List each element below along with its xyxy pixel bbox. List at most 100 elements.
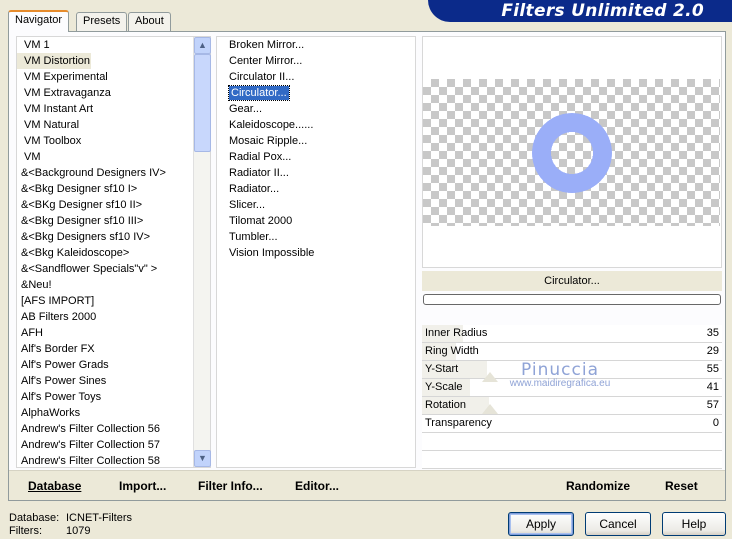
tab-about[interactable]: About (128, 12, 171, 31)
scroll-down-button[interactable]: ▼ (194, 450, 211, 467)
filter-item[interactable]: Radiator... (217, 181, 415, 197)
param-label: Inner Radius (425, 327, 488, 339)
category-item[interactable]: VM Toolbox (17, 133, 210, 149)
category-item[interactable]: VM 1 (17, 37, 210, 53)
category-list[interactable]: VM 1 VM Distortion VM Experimental VM Extra… (16, 36, 211, 468)
category-item[interactable]: VM Natural (17, 117, 210, 133)
param-slider[interactable]: Transparency 0 (422, 415, 722, 433)
param-slider[interactable]: Inner Radius 35 (422, 325, 722, 343)
filter-item[interactable]: Vision Impossible (217, 245, 415, 261)
category-item[interactable]: VM (17, 149, 210, 165)
category-item[interactable]: VM Extravaganza (17, 85, 210, 101)
filter-item[interactable]: Center Mirror... (217, 53, 415, 69)
category-item[interactable]: Alf's Border FX (17, 341, 210, 357)
filter-item-label: Center Mirror... (229, 55, 303, 67)
watermark-triangle (482, 404, 498, 414)
category-item[interactable]: Andrew's Filter Collection 56 (17, 421, 210, 437)
param-label: Ring Width (425, 345, 479, 357)
param-label: Y-Start (425, 363, 459, 375)
apply-button[interactable]: Apply (508, 512, 574, 536)
param-label: Rotation (425, 399, 466, 411)
param-value: 57 (706, 399, 719, 411)
filter-item[interactable]: Circulator... (217, 85, 415, 101)
param-label: Transparency (425, 417, 492, 429)
title-banner: Filters Unlimited 2.0 (428, 0, 732, 22)
database-button[interactable]: Database (28, 479, 81, 493)
param-slider[interactable]: Y-Scale 41 (422, 379, 722, 397)
param-slider-empty (422, 451, 722, 469)
category-item[interactable]: VM Instant Art (17, 101, 210, 117)
watermark-triangle (482, 372, 498, 382)
category-scrollbar[interactable]: ▲ ▼ (193, 37, 211, 467)
category-item[interactable]: &<Bkg Designer sf10 III> (17, 213, 210, 229)
filter-item-label: Slicer... (229, 199, 266, 211)
category-item[interactable]: Andrew's Filter Collection 58 (17, 453, 210, 467)
param-value: 35 (706, 327, 719, 339)
param-slider[interactable]: Rotation 57 (422, 397, 722, 415)
category-item[interactable]: &<BKg Designer sf10 II> (17, 197, 210, 213)
filter-list[interactable]: Broken Mirror... Center Mirror... Circulat… (216, 36, 416, 468)
category-item[interactable]: AlphaWorks (17, 405, 210, 421)
filter-item[interactable]: Gear... (217, 101, 415, 117)
filter-item[interactable]: Slicer... (217, 197, 415, 213)
preview-ring-image (532, 113, 612, 193)
filter-item-label: Radiator II... (229, 167, 289, 179)
category-item[interactable]: &<Bkg Kaleidoscope> (17, 245, 210, 261)
filter-item[interactable]: Radial Pox... (217, 149, 415, 165)
param-slider[interactable]: Ring Width 29 (422, 343, 722, 361)
category-item[interactable]: &<Background Designers IV> (17, 165, 210, 181)
database-label: Database: (9, 512, 60, 524)
status-area: Database: ICNET-Filters Filters: 1079 (9, 512, 132, 538)
tab-navigator[interactable]: Navigator (8, 10, 70, 32)
selected-filter-name: Circulator... (422, 271, 722, 291)
category-item[interactable]: &<Bkg Designer sf10 I> (17, 181, 210, 197)
filter-item[interactable]: Tilomat 2000 (217, 213, 415, 229)
filter-item-label: Broken Mirror... (229, 39, 305, 51)
filter-item[interactable]: Radiator II... (217, 165, 415, 181)
category-item[interactable]: AB Filters 2000 (17, 309, 210, 325)
param-slider[interactable]: Y-Start 55 (422, 361, 722, 379)
param-value: 0 (712, 417, 719, 429)
category-item[interactable]: AFH (17, 325, 210, 341)
filter-item[interactable]: Tumbler... (217, 229, 415, 245)
randomize-button[interactable]: Randomize (566, 479, 630, 493)
filter-item-label: Circulator II... (229, 71, 295, 83)
import-button[interactable]: Import... (119, 479, 166, 493)
category-item[interactable]: &<Sandflower Specials"v" > (17, 261, 210, 277)
filter-item-label: Circulator... (228, 85, 290, 101)
filters-count-label: Filters: (9, 525, 42, 537)
filter-item[interactable]: Kaleidoscope...... (217, 117, 415, 133)
category-item[interactable]: Andrew's Filter Collection 57 (17, 437, 210, 453)
filter-item-label: Radiator... (229, 183, 280, 195)
filter-item-label: Kaleidoscope...... (229, 119, 314, 131)
filter-item[interactable]: Circulator II... (217, 69, 415, 85)
scroll-thumb[interactable] (194, 54, 211, 152)
filter-info-button[interactable]: Filter Info... (198, 479, 263, 493)
database-value: ICNET-Filters (66, 512, 132, 524)
reset-button[interactable]: Reset (665, 479, 698, 493)
category-item[interactable]: VM Distortion (17, 53, 91, 69)
category-item[interactable]: &<Bkg Designers sf10 IV> (17, 229, 210, 245)
param-value: 29 (706, 345, 719, 357)
category-item[interactable]: &Neu! (17, 277, 210, 293)
progress-bar (423, 294, 721, 305)
category-item[interactable]: VM Experimental (17, 69, 210, 85)
tab-presets[interactable]: Presets (76, 12, 128, 31)
filters-count-value: 1079 (66, 525, 91, 537)
scroll-up-button[interactable]: ▲ (194, 37, 211, 54)
editor-button[interactable]: Editor... (295, 479, 339, 493)
param-value: 41 (706, 381, 719, 393)
panel-action-bar: Database Import... Filter Info... Editor… (9, 470, 725, 500)
param-value: 55 (706, 363, 719, 375)
filter-item-label: Gear... (229, 103, 263, 115)
category-item[interactable]: Alf's Power Sines (17, 373, 210, 389)
cancel-button[interactable]: Cancel (585, 512, 651, 536)
filter-item[interactable]: Mosaic Ripple... (217, 133, 415, 149)
help-button[interactable]: Help (662, 512, 726, 536)
filter-item[interactable]: Broken Mirror... (217, 37, 415, 53)
category-item[interactable]: Alf's Power Grads (17, 357, 210, 373)
category-item[interactable]: [AFS IMPORT] (17, 293, 210, 309)
filter-item-label: Radial Pox... (229, 151, 292, 163)
category-item[interactable]: Alf's Power Toys (17, 389, 210, 405)
param-label: Y-Scale (425, 381, 463, 393)
